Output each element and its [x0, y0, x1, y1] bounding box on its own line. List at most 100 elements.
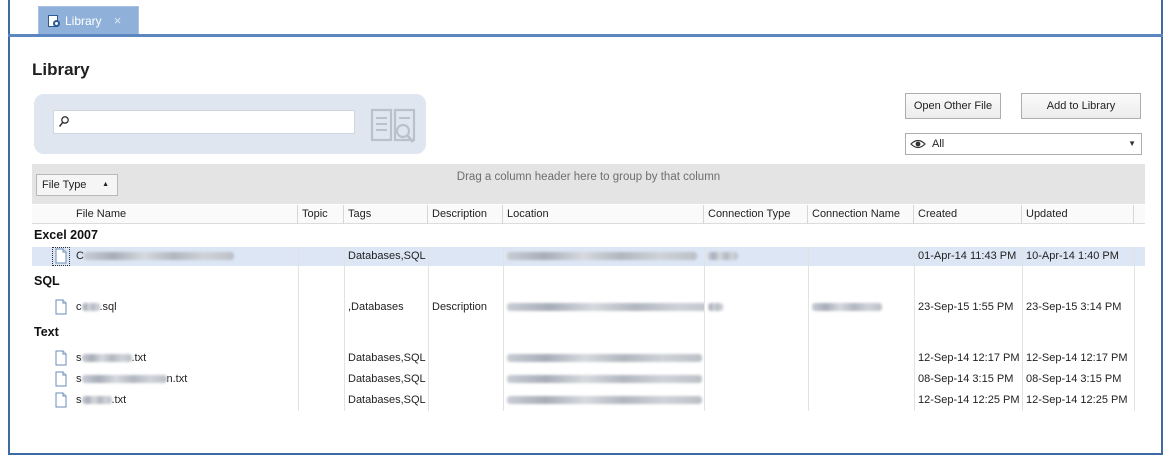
cell-connection-name [808, 298, 914, 317]
eye-icon [910, 139, 926, 149]
redacted-text [708, 303, 723, 312]
cell-file-name: s n.txt [72, 370, 298, 389]
column-header-file-name[interactable]: File Name [72, 205, 298, 224]
file-icon [55, 392, 67, 408]
column-header-updated[interactable]: Updated [1022, 205, 1134, 224]
cell-created: 12-Sep-14 12:17 PM [918, 352, 1020, 364]
grid-line [1022, 247, 1023, 411]
search-input[interactable] [53, 110, 355, 134]
group-label[interactable]: Excel 2007 [34, 228, 98, 242]
grid-line [808, 247, 809, 411]
file-name-prefix: s [76, 373, 82, 385]
file-name-suffix: .txt [111, 394, 127, 406]
cell-created: 01-Apr-14 11:43 PM [918, 250, 1017, 262]
table-row[interactable]: s .txt Databases,SQL 12-Sep-14 12:25 PM 12-S… [32, 391, 1145, 410]
cell-connection-type [704, 298, 808, 317]
library-tab-icon [47, 14, 61, 28]
group-by-panel[interactable]: Drag a column header here to group by th… [32, 164, 1145, 204]
column-header-connection-name[interactable]: Connection Name [808, 205, 914, 224]
grid-line [344, 247, 345, 411]
cell-description [428, 370, 503, 389]
cell-created: 08-Sep-14 3:15 PM [918, 373, 1014, 385]
cell-location [503, 349, 704, 368]
group-label[interactable]: SQL [34, 274, 60, 288]
tab-close-icon[interactable]: × [114, 13, 122, 28]
redacted-text [507, 354, 702, 363]
cell-topic [298, 349, 344, 368]
redacted-text [507, 303, 704, 312]
cell-description: Description [432, 301, 488, 313]
column-header-tags[interactable]: Tags [344, 205, 428, 224]
cell-file-name: C [72, 247, 298, 266]
file-name-prefix: s [76, 352, 82, 364]
file-name-prefix: C [76, 250, 84, 262]
page-title: Library [32, 60, 90, 79]
file-icon [55, 299, 67, 315]
cell-updated: 08-Sep-14 3:15 PM [1026, 373, 1122, 385]
file-icon [55, 350, 67, 366]
cell-topic [298, 247, 344, 266]
cell-connection-name [808, 349, 914, 368]
group-chip-file-type[interactable]: File Type ▲ [36, 174, 118, 196]
filter-selected-value: All [932, 138, 945, 150]
cell-updated: 23-Sep-15 3:14 PM [1026, 301, 1122, 313]
table-row[interactable]: C Databases,SQL 01-Apr-14 11:43 PM 10-Apr-1… [32, 247, 1145, 266]
column-header-topic[interactable]: Topic [298, 205, 344, 224]
cell-file-name: c .sql [72, 298, 298, 317]
cell-tags: Databases,SQL [348, 250, 426, 262]
open-other-file-button[interactable]: Open Other File [905, 93, 1001, 119]
table-row[interactable]: s n.txt Databases,SQL 08-Sep-14 3:15 PM 08-S… [32, 370, 1145, 389]
sort-ascending-icon: ▲ [102, 181, 109, 188]
column-header-created[interactable]: Created [914, 205, 1022, 224]
file-icon [55, 371, 67, 387]
redacted-text [83, 252, 234, 261]
cell-connection-name [808, 391, 914, 410]
grid-line [704, 247, 705, 411]
redacted-text [708, 252, 738, 261]
file-filter-select[interactable]: All ▼ [905, 133, 1142, 155]
redacted-text [81, 354, 132, 363]
cell-created: 23-Sep-15 1:55 PM [918, 301, 1014, 313]
file-name-suffix: .sql [99, 301, 117, 313]
file-name-suffix: n.txt [166, 373, 188, 385]
column-header-description[interactable]: Description [428, 205, 503, 224]
cell-tags: Databases,SQL [348, 394, 426, 406]
grid-header: File Name Topic Tags Description Location Con… [32, 205, 1145, 224]
table-row[interactable]: c .sql ,Databases Description 23-Sep-15 1:55… [32, 298, 1145, 317]
tab-label: Library [65, 13, 102, 28]
focus-rectangle [52, 247, 70, 266]
group-label[interactable]: Text [34, 325, 59, 339]
grid-line [428, 247, 429, 411]
cell-file-name: s .txt [72, 349, 298, 368]
chevron-down-icon: ▼ [1128, 139, 1136, 148]
cell-description [428, 247, 503, 266]
cell-connection-type [704, 247, 808, 266]
tab-library[interactable]: Library × [38, 6, 139, 34]
cell-connection-name [808, 370, 914, 389]
grid-line [298, 247, 299, 411]
column-header-location[interactable]: Location [503, 205, 704, 224]
cell-updated: 12-Sep-14 12:17 PM [1026, 352, 1128, 364]
cell-description [428, 349, 503, 368]
table-row[interactable]: s .txt Databases,SQL 12-Sep-14 12:17 PM 12-S… [32, 349, 1145, 368]
cell-updated: 12-Sep-14 12:25 PM [1026, 394, 1128, 406]
grid-line [914, 247, 915, 411]
redacted-text [81, 396, 112, 405]
cell-location [503, 391, 704, 410]
grid-line [1134, 247, 1135, 411]
cell-location [503, 370, 704, 389]
column-header-connection-type[interactable]: Connection Type [704, 205, 808, 224]
grid-line [503, 247, 504, 411]
cell-topic [298, 298, 344, 317]
cell-description [428, 391, 503, 410]
cell-created: 12-Sep-14 12:25 PM [918, 394, 1020, 406]
add-to-library-button[interactable]: Add to Library [1021, 93, 1141, 119]
cell-location [503, 247, 704, 266]
cell-connection-type [704, 349, 808, 368]
redacted-text [81, 375, 167, 384]
redacted-text [507, 396, 702, 405]
cell-topic [298, 370, 344, 389]
cell-tags: ,Databases [348, 301, 404, 313]
cell-topic [298, 391, 344, 410]
cell-connection-type [704, 370, 808, 389]
